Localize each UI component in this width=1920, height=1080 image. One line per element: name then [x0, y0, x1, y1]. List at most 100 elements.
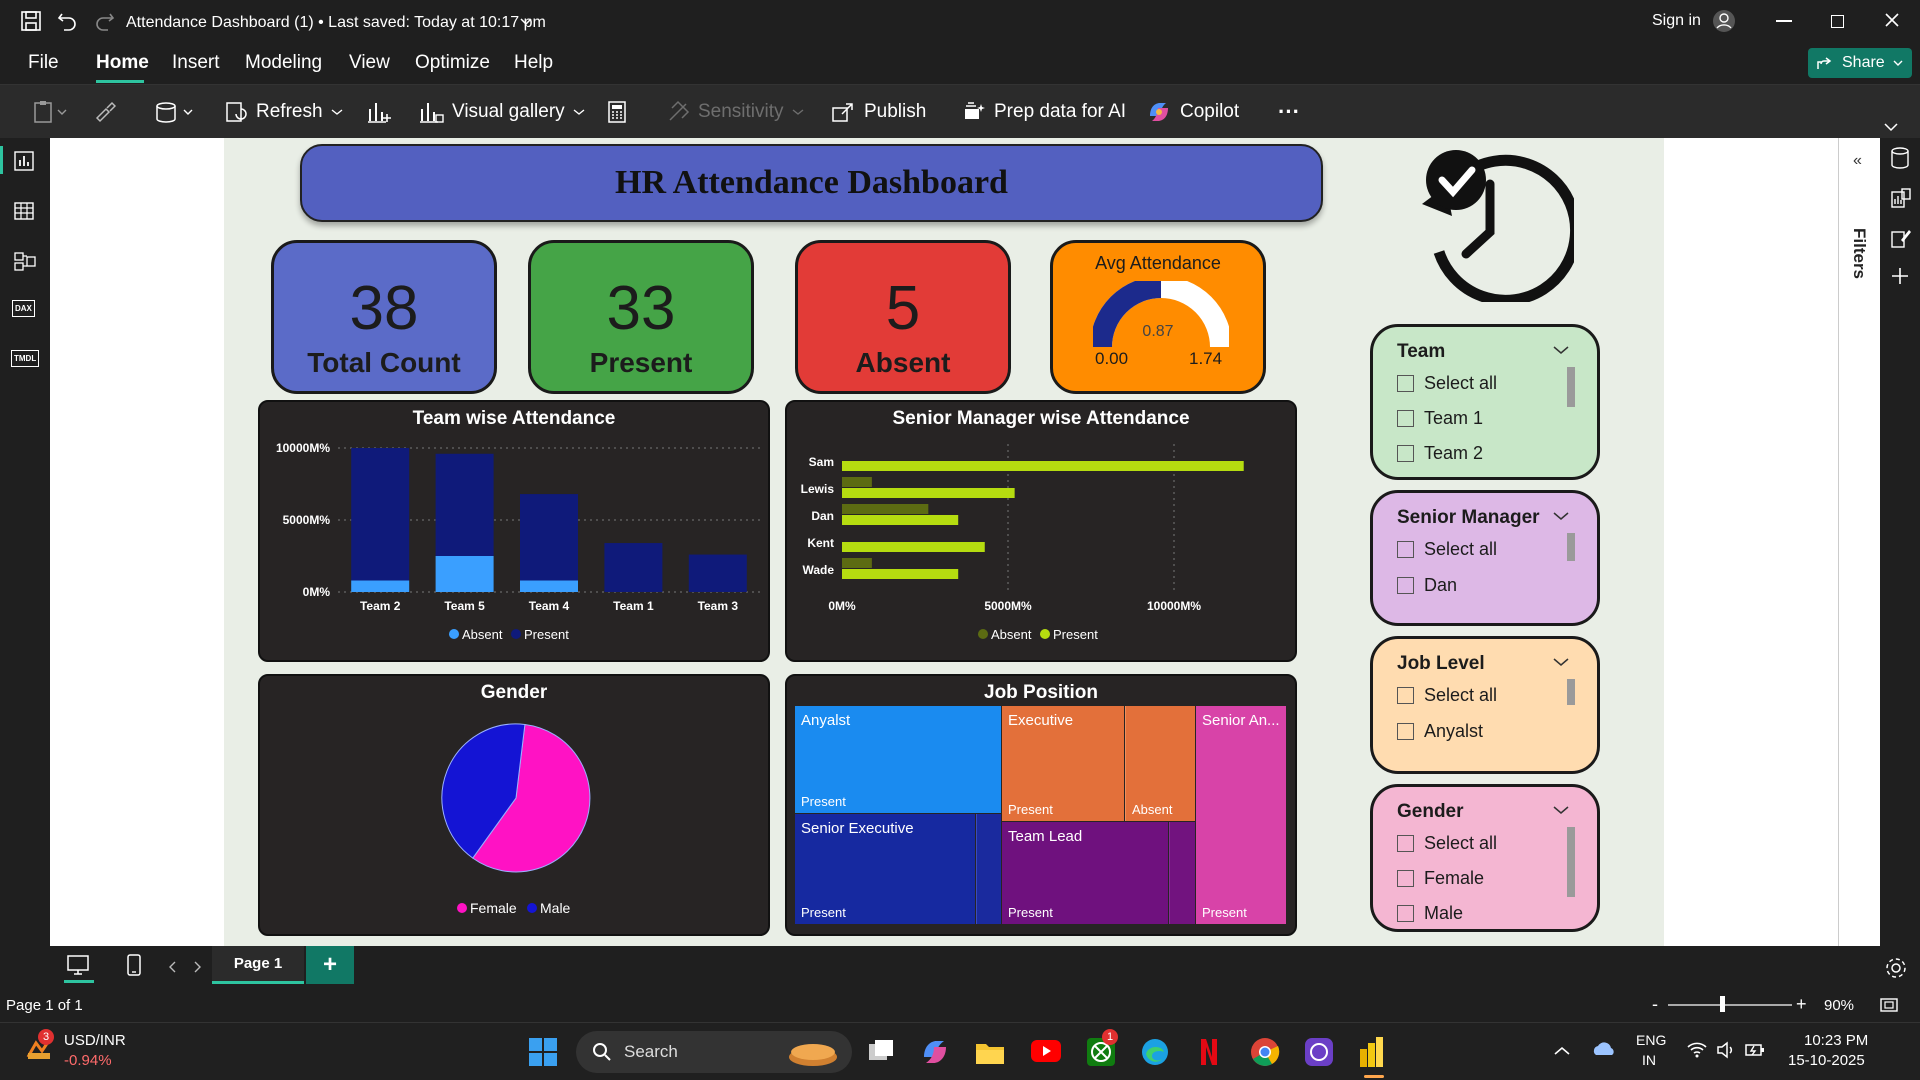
page-1-tab[interactable]: Page 1 — [212, 946, 304, 984]
model-view-icon[interactable] — [13, 250, 37, 277]
zoom-in-button[interactable]: + — [1796, 994, 1807, 1015]
power-bi-icon[interactable] — [1356, 1035, 1388, 1074]
gender-option-female[interactable]: Female — [1397, 868, 1484, 889]
calculator-button[interactable] — [606, 85, 628, 139]
task-view-icon[interactable] — [866, 1038, 896, 1071]
collapse-ribbon-icon[interactable] — [1884, 119, 1898, 137]
chrome-icon[interactable] — [1250, 1037, 1280, 1072]
senior-manager-slicer[interactable]: Senior Manager Select all Dan — [1370, 490, 1600, 626]
onedrive-icon[interactable] — [1592, 1039, 1616, 1064]
menu-modeling[interactable]: Modeling — [245, 52, 322, 74]
maximize-icon[interactable] — [1831, 15, 1844, 28]
team-option-team-2[interactable]: Team 2 — [1397, 443, 1483, 464]
menu-help[interactable]: Help — [514, 52, 553, 74]
menu-optimize[interactable]: Optimize — [415, 52, 490, 74]
fit-to-page-icon[interactable] — [1880, 997, 1898, 1017]
scrollbar[interactable] — [1567, 679, 1575, 705]
report-view-icon[interactable] — [13, 150, 35, 177]
checkbox[interactable] — [1397, 723, 1414, 740]
checkbox[interactable] — [1397, 541, 1414, 558]
battery-icon[interactable] — [1744, 1041, 1766, 1064]
settings-gear-icon[interactable] — [1884, 956, 1908, 985]
job-level-slicer[interactable]: Job Level Select all Anyalst — [1370, 636, 1600, 774]
scrollbar[interactable] — [1567, 827, 1575, 897]
paste-button[interactable] — [32, 85, 70, 139]
dax-query-view-icon[interactable]: DAX — [12, 300, 35, 317]
edge-icon[interactable] — [1140, 1037, 1170, 1072]
wifi-icon[interactable] — [1686, 1041, 1708, 1064]
job-level-option-select-all[interactable]: Select all — [1397, 685, 1497, 706]
job-level-option-anyalst[interactable]: Anyalst — [1397, 721, 1483, 742]
refresh-button[interactable]: Refresh — [224, 85, 343, 139]
mobile-layout-icon[interactable] — [126, 954, 142, 981]
format-pane-icon[interactable] — [1889, 226, 1913, 255]
netflix-icon[interactable] — [1198, 1037, 1220, 1072]
data-pane-icon[interactable] — [1889, 146, 1911, 175]
share-button[interactable]: Share — [1808, 48, 1912, 78]
checkbox[interactable] — [1397, 410, 1414, 427]
desktop-layout-icon[interactable] — [66, 954, 90, 981]
add-pane-icon[interactable] — [1890, 266, 1910, 291]
treemap-cell-senior-executive[interactable]: Senior Executive Present — [795, 814, 975, 924]
table-view-icon[interactable] — [13, 200, 35, 227]
file-explorer-icon[interactable] — [974, 1038, 1006, 1071]
tmdl-view-icon[interactable]: TMDL — [11, 350, 40, 367]
account-icon[interactable] — [1712, 9, 1736, 38]
copilot-app-icon[interactable] — [920, 1037, 950, 1072]
treemap-cell-executive[interactable]: Executive Present — [1002, 706, 1124, 821]
minimize-icon[interactable] — [1776, 20, 1792, 22]
treemap-cell-team-lead-absent[interactable] — [1169, 822, 1195, 924]
clock-date[interactable]: 15-10-2025 — [1788, 1052, 1865, 1069]
redo-icon[interactable] — [94, 10, 116, 37]
checkbox[interactable] — [1397, 905, 1414, 922]
add-page-button[interactable]: + — [306, 946, 354, 984]
gender-option-select-all[interactable]: Select all — [1397, 833, 1497, 854]
windows-start-icon[interactable] — [528, 1037, 558, 1072]
clock-time[interactable]: 10:23 PM — [1804, 1032, 1868, 1049]
team-slicer[interactable]: Team Select all Team 1 Team 2 — [1370, 324, 1600, 480]
copilot-button[interactable]: Copilot — [1146, 85, 1239, 139]
prep-data-button[interactable]: Prep data for AI — [962, 85, 1126, 139]
previous-page-icon[interactable] — [168, 960, 176, 978]
ticker-symbol[interactable]: USD/INR — [64, 1032, 126, 1049]
menu-view[interactable]: View — [349, 52, 390, 74]
checkbox[interactable] — [1397, 835, 1414, 852]
volume-icon[interactable] — [1716, 1041, 1736, 1064]
new-visual-button[interactable] — [366, 85, 392, 139]
title-dropdown-icon[interactable] — [520, 14, 532, 32]
save-icon[interactable] — [20, 10, 42, 37]
next-page-icon[interactable] — [194, 960, 202, 978]
treemap-cell-executive-absent[interactable]: Absent — [1125, 706, 1195, 821]
filters-pane-collapsed[interactable]: « Filters — [1838, 138, 1880, 946]
sign-in-link[interactable]: Sign in — [1652, 12, 1701, 30]
scrollbar[interactable] — [1567, 533, 1575, 561]
zoom-out-button[interactable]: - — [1652, 994, 1658, 1015]
filters-label[interactable]: Filters — [1849, 228, 1869, 279]
gender-option-male[interactable]: Male — [1397, 903, 1463, 924]
publish-button[interactable]: Publish — [830, 85, 926, 139]
checkbox[interactable] — [1397, 375, 1414, 392]
tray-expand-icon[interactable] — [1554, 1043, 1570, 1061]
treemap-cell-senior-executive-absent[interactable] — [976, 814, 1001, 924]
gender-slicer[interactable]: Gender Select all Female Male — [1370, 784, 1600, 932]
undo-icon[interactable] — [56, 10, 78, 37]
zoom-slider-track[interactable] — [1668, 1004, 1792, 1006]
zoom-slider-thumb[interactable] — [1720, 996, 1725, 1012]
checkbox[interactable] — [1397, 870, 1414, 887]
manager-option-dan[interactable]: Dan — [1397, 575, 1457, 596]
zoom-level[interactable]: 90% — [1824, 997, 1854, 1014]
language-region[interactable]: IN — [1642, 1052, 1656, 1068]
treemap-cell-anyalst[interactable]: Anyalst Present — [795, 706, 1001, 813]
visual-gallery-button[interactable]: Visual gallery — [418, 85, 585, 139]
manager-option-select-all[interactable]: Select all — [1397, 539, 1497, 560]
close-icon[interactable] — [1884, 12, 1900, 33]
team-option-team-1[interactable]: Team 1 — [1397, 408, 1483, 429]
checkbox[interactable] — [1397, 687, 1414, 704]
messenger-app-icon[interactable] — [1304, 1037, 1334, 1072]
menu-insert[interactable]: Insert — [172, 52, 220, 74]
more-options-button[interactable]: ··· — [1278, 85, 1300, 139]
team-option-select-all[interactable]: Select all — [1397, 373, 1497, 394]
menu-file[interactable]: File — [28, 52, 59, 74]
get-data-button[interactable] — [154, 85, 198, 139]
treemap-cell-senior-analyst[interactable]: Senior An... Present — [1196, 706, 1286, 924]
